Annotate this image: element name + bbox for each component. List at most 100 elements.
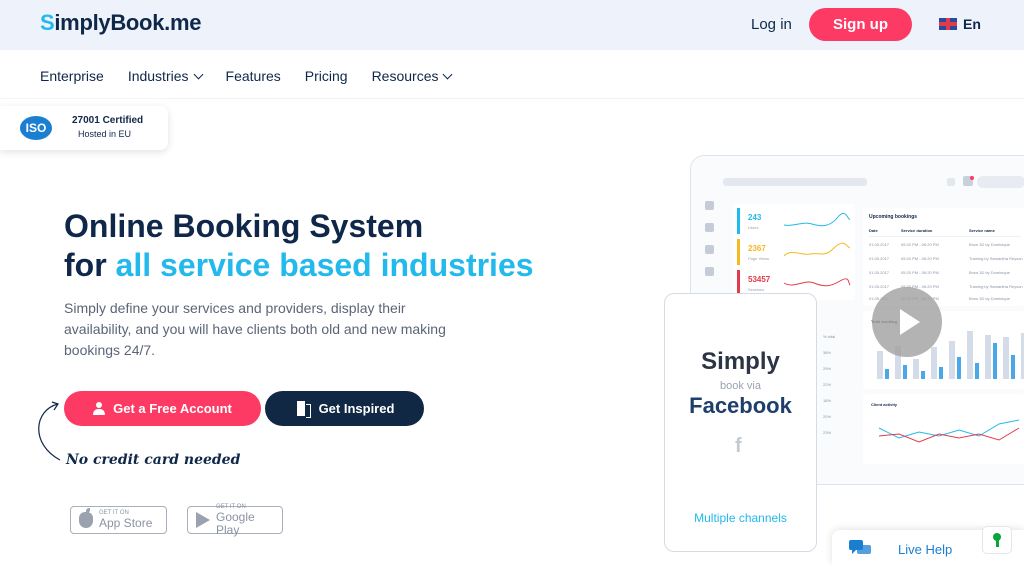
uk-flag-icon <box>939 18 957 30</box>
nav-item-label: Resources <box>371 68 439 84</box>
login-link[interactable]: Log in <box>751 16 792 33</box>
stat-value: 2367 <box>748 244 766 253</box>
sparkline <box>783 242 851 257</box>
booking-service: Brow 3D by Dominique <box>969 242 1010 247</box>
live-help-label: Live Help <box>898 542 953 557</box>
phone-mockup: Simply book via Facebook f Multiple chan… <box>664 293 817 552</box>
security-lock-button[interactable] <box>982 526 1012 554</box>
top-bar: SimplyBook.me Log in Sign up En <box>0 0 1024 50</box>
dashboard-user-pill <box>977 176 1024 188</box>
iso-logo-icon: ISO <box>20 116 52 140</box>
dashboard-sidebar <box>705 201 719 289</box>
sidebar-icon <box>705 223 714 232</box>
app-store-label: App Store <box>99 516 153 530</box>
nav-item-label: Pricing <box>304 68 348 84</box>
stat-label: Sessions <box>748 287 765 292</box>
nav-item-features[interactable]: Features <box>226 68 281 84</box>
stat-users: 243 Users <box>737 208 851 234</box>
nav-item-label: Features <box>225 68 281 84</box>
nav-item-resources[interactable]: Resources <box>371 68 453 84</box>
client-activity-chart <box>878 419 1020 443</box>
bookings-header: Service duration <box>901 228 933 233</box>
door-icon <box>295 401 311 418</box>
no-credit-card-note: No credit card needed <box>66 452 241 468</box>
phone-channel: Facebook <box>689 393 792 418</box>
certificate-subtitle: Hosted in EU <box>78 129 132 139</box>
app-store-badge[interactable]: GET IT ON App Store <box>70 506 167 534</box>
google-play-icon <box>196 512 210 528</box>
booking-duration: 05:20 PM - 06:20 PM <box>901 270 939 275</box>
booking-service: Training by Samantha Reyson <box>969 284 1023 289</box>
sidebar-icon <box>705 245 714 254</box>
keyhole-icon <box>993 533 1001 547</box>
play-icon <box>900 309 920 335</box>
percent-value: 23% <box>823 430 832 435</box>
logo-rest: implyBook.me <box>54 10 202 35</box>
signup-button[interactable]: Sign up <box>809 8 912 41</box>
language-selector[interactable]: En <box>939 16 981 32</box>
main-nav: Enterprise Industries Features Pricing R… <box>40 68 453 84</box>
bookings-header: Service name <box>969 228 995 233</box>
user-icon <box>93 401 106 416</box>
client-activity-card: Client activity <box>863 394 1024 464</box>
bookings-header: Date <box>869 228 878 233</box>
nav-item-label: Industries <box>127 68 189 84</box>
phone-via: book via <box>720 380 761 392</box>
google-play-label: Google Play <box>216 509 255 537</box>
chevron-down-icon <box>193 69 203 79</box>
percent-value: 38% <box>823 350 832 355</box>
nav-item-pricing[interactable]: Pricing <box>305 68 348 84</box>
chevron-down-icon <box>443 69 453 79</box>
stat-value: 53457 <box>748 275 771 284</box>
bookings-title: Upcoming bookings <box>869 214 918 220</box>
percent-value: 20% <box>823 414 832 419</box>
hero-description: Simply define your services and provider… <box>64 300 446 358</box>
percent-value: 22% <box>823 382 832 387</box>
booking-duration: 05:20 PM - 06:20 PM <box>901 256 939 261</box>
chat-bubbles-icon <box>849 540 871 554</box>
nav-item-industries[interactable]: Industries <box>127 68 203 84</box>
get-inspired-label: Get Inspired <box>318 401 395 416</box>
sidebar-icon <box>705 267 714 276</box>
nav-divider <box>0 98 1024 99</box>
hero-subtitle-accent: all service based industries <box>115 247 534 283</box>
hero-title: Online Booking System <box>64 208 424 244</box>
stats-card: 243 Users 2367 Page Views 53457 Sessions <box>733 204 855 300</box>
booking-service: Brow 3D by Dominique <box>969 296 1010 301</box>
nav-item-enterprise[interactable]: Enterprise <box>40 68 104 84</box>
upcoming-bookings-card: Upcoming bookings Date Service duration … <box>863 208 1024 306</box>
percent-header: % total <box>823 334 836 339</box>
phone-title: Simply <box>701 348 780 375</box>
certificate-title: 27001 Certified <box>72 115 144 126</box>
booking-service: Training by Samantha Reyson <box>969 256 1023 261</box>
percent-value: 29% <box>823 366 832 371</box>
logo[interactable]: SimplyBook.me <box>40 10 201 36</box>
dashboard-icon <box>947 178 955 186</box>
booking-date: 01.05.2017 <box>869 284 890 289</box>
booking-duration: 05:20 PM - 06:20 PM <box>901 242 939 247</box>
sidebar-icon <box>705 201 714 210</box>
apple-icon <box>79 508 93 528</box>
booking-date: 01.05.2017 <box>869 270 890 275</box>
get-inspired-button[interactable]: Get Inspired <box>265 391 424 426</box>
multiple-channels-label: Multiple channels <box>694 511 787 525</box>
logo-prefix: S <box>40 10 55 35</box>
curved-arrow-icon <box>38 401 61 461</box>
stat-page-views: 2367 Page Views <box>737 239 851 265</box>
facebook-icon: f <box>735 435 742 457</box>
get-free-account-button[interactable]: Get a Free Account <box>64 391 261 426</box>
language-label: En <box>963 16 981 32</box>
dashboard-search-bar <box>723 178 867 186</box>
percent-value: 18% <box>823 398 832 403</box>
sparkline <box>783 212 851 227</box>
google-play-badge[interactable]: GET IT ON Google Play <box>187 504 283 537</box>
notification-dot <box>970 176 974 180</box>
get-free-account-label: Get a Free Account <box>113 401 232 416</box>
play-video-button[interactable] <box>872 287 942 357</box>
stat-label: Users <box>748 225 759 230</box>
table-divider <box>869 236 1021 237</box>
stat-label: Page Views <box>748 256 770 261</box>
percent-column: % total 38% 29% 22% 18% 20% 23% <box>823 334 853 454</box>
nav-item-label: Enterprise <box>40 68 104 84</box>
booking-date: 01.05.2017 <box>869 242 890 247</box>
